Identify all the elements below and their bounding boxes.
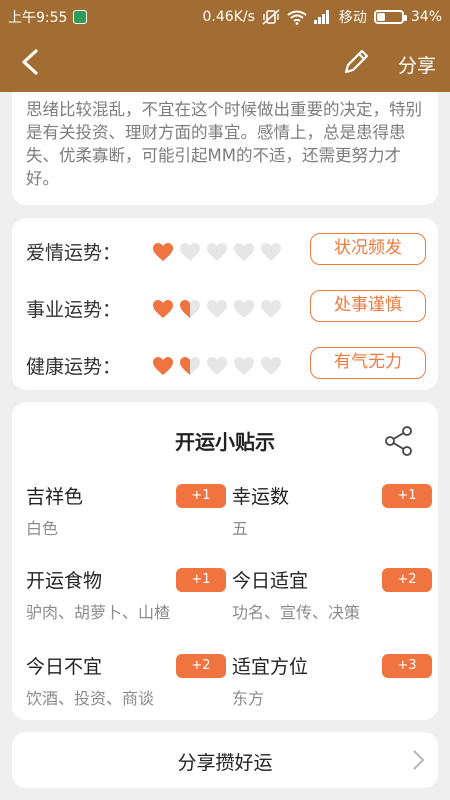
tip-value: 饮酒、投资、商谈 xyxy=(26,689,155,708)
status-time: 上午9:55 xyxy=(8,10,68,26)
tip-value: 白色 xyxy=(26,519,59,538)
fortune-status-button[interactable]: 有气无力 xyxy=(310,347,426,379)
nav-bar: 分享 xyxy=(0,32,450,92)
tip-badge: +2 xyxy=(382,568,432,592)
tip-lucky-direction: 适宜方位 东方 +3 xyxy=(232,652,432,714)
fortune-status-button[interactable]: 处事谨慎 xyxy=(310,290,426,322)
heart-empty-icon xyxy=(207,243,227,261)
heart-rating xyxy=(152,356,282,376)
wifi-icon xyxy=(287,10,307,25)
network-speed: 0.46K/s xyxy=(202,9,255,25)
status-bar: 上午9:55 0.46K/s 移动 34% xyxy=(0,0,450,32)
app-notification-icon xyxy=(73,10,88,24)
tip-value: 功名、宣传、决策 xyxy=(232,603,361,622)
battery-percent: 34% xyxy=(410,9,442,25)
tip-name: 今日不宜 xyxy=(26,656,103,678)
pencil-icon[interactable] xyxy=(340,46,372,78)
tip-lucky-number: 幸运数 五 +1 xyxy=(232,482,432,544)
heart-empty-icon xyxy=(234,300,254,318)
tip-name: 开运食物 xyxy=(26,570,103,592)
heart-empty-icon xyxy=(180,243,200,261)
heart-half-icon xyxy=(180,357,200,375)
fortune-description: 思绪比较混乱，不宜在这个时候做出重要的决定，特别是有关投资、理财方面的事宜。感情… xyxy=(26,100,422,188)
back-icon[interactable] xyxy=(14,46,46,78)
battery-icon xyxy=(373,10,407,24)
signal-icon xyxy=(313,10,329,24)
heart-empty-icon xyxy=(207,300,227,318)
fortune-label: 健康运势： xyxy=(26,356,122,378)
health-fortune-row: 健康运势： 有气无力 xyxy=(26,346,426,386)
tip-name: 今日适宜 xyxy=(232,570,309,592)
chevron-right-icon xyxy=(413,750,425,770)
tip-today-avoid: 今日不宜 饮酒、投资、商谈 +2 xyxy=(26,652,226,714)
tip-badge: +2 xyxy=(176,654,226,678)
heart-half-icon xyxy=(180,300,200,318)
heart-full-icon xyxy=(153,357,173,375)
heart-full-icon xyxy=(153,243,173,261)
tips-title: 开运小贴示 xyxy=(175,430,275,454)
heart-empty-icon xyxy=(261,243,281,261)
heart-empty-icon xyxy=(261,357,281,375)
fortune-label: 爱情运势： xyxy=(26,242,122,264)
fortune-status-button[interactable]: 状况频发 xyxy=(310,233,426,265)
heart-empty-icon xyxy=(261,300,281,318)
career-fortune-row: 事业运势： 处事谨慎 xyxy=(26,289,426,329)
tip-badge: +1 xyxy=(176,484,226,508)
share-luck-label: 分享攒好运 xyxy=(177,752,273,774)
tip-badge: +3 xyxy=(382,654,432,678)
tip-badge: +1 xyxy=(176,568,226,592)
share-icon[interactable] xyxy=(382,424,416,458)
tip-value: 五 xyxy=(232,519,249,538)
tip-value: 东方 xyxy=(232,689,265,708)
share-button[interactable]: 分享 xyxy=(398,51,436,78)
lucky-tips-card: 开运小贴示 吉祥色 白色 +1 幸运数 五 +1 开运食物 驴肉、胡萝卜、山楂 … xyxy=(12,402,438,720)
tip-name: 适宜方位 xyxy=(232,656,309,678)
love-fortune-row: 爱情运势： 状况频发 xyxy=(26,232,426,272)
carrier-name: 移动 xyxy=(338,10,367,26)
heart-full-icon xyxy=(153,300,173,318)
share-luck-button[interactable]: 分享攒好运 xyxy=(12,732,438,788)
tip-name: 吉祥色 xyxy=(26,486,84,508)
tip-badge: +1 xyxy=(382,484,432,508)
heart-rating xyxy=(152,299,282,319)
heart-rating xyxy=(152,242,282,262)
heart-empty-icon xyxy=(207,357,227,375)
fortune-label: 事业运势： xyxy=(26,299,122,321)
vibrate-mute-icon xyxy=(262,9,280,25)
fortune-rating-card: 爱情运势： 状况频发 事业运势： 处事谨慎 健康运势： 有气无力 xyxy=(12,218,438,390)
tip-lucky-color: 吉祥色 白色 +1 xyxy=(26,482,226,544)
heart-empty-icon xyxy=(234,243,254,261)
tip-value: 驴肉、胡萝卜、山楂 xyxy=(26,603,171,622)
tip-today-suitable: 今日适宜 功名、宣传、决策 +2 xyxy=(232,566,432,628)
tip-lucky-food: 开运食物 驴肉、胡萝卜、山楂 +1 xyxy=(26,566,226,628)
tip-name: 幸运数 xyxy=(232,486,290,508)
heart-empty-icon xyxy=(234,357,254,375)
fortune-description-card: 思绪比较混乱，不宜在这个时候做出重要的决定，特别是有关投资、理财方面的事宜。感情… xyxy=(12,92,438,205)
